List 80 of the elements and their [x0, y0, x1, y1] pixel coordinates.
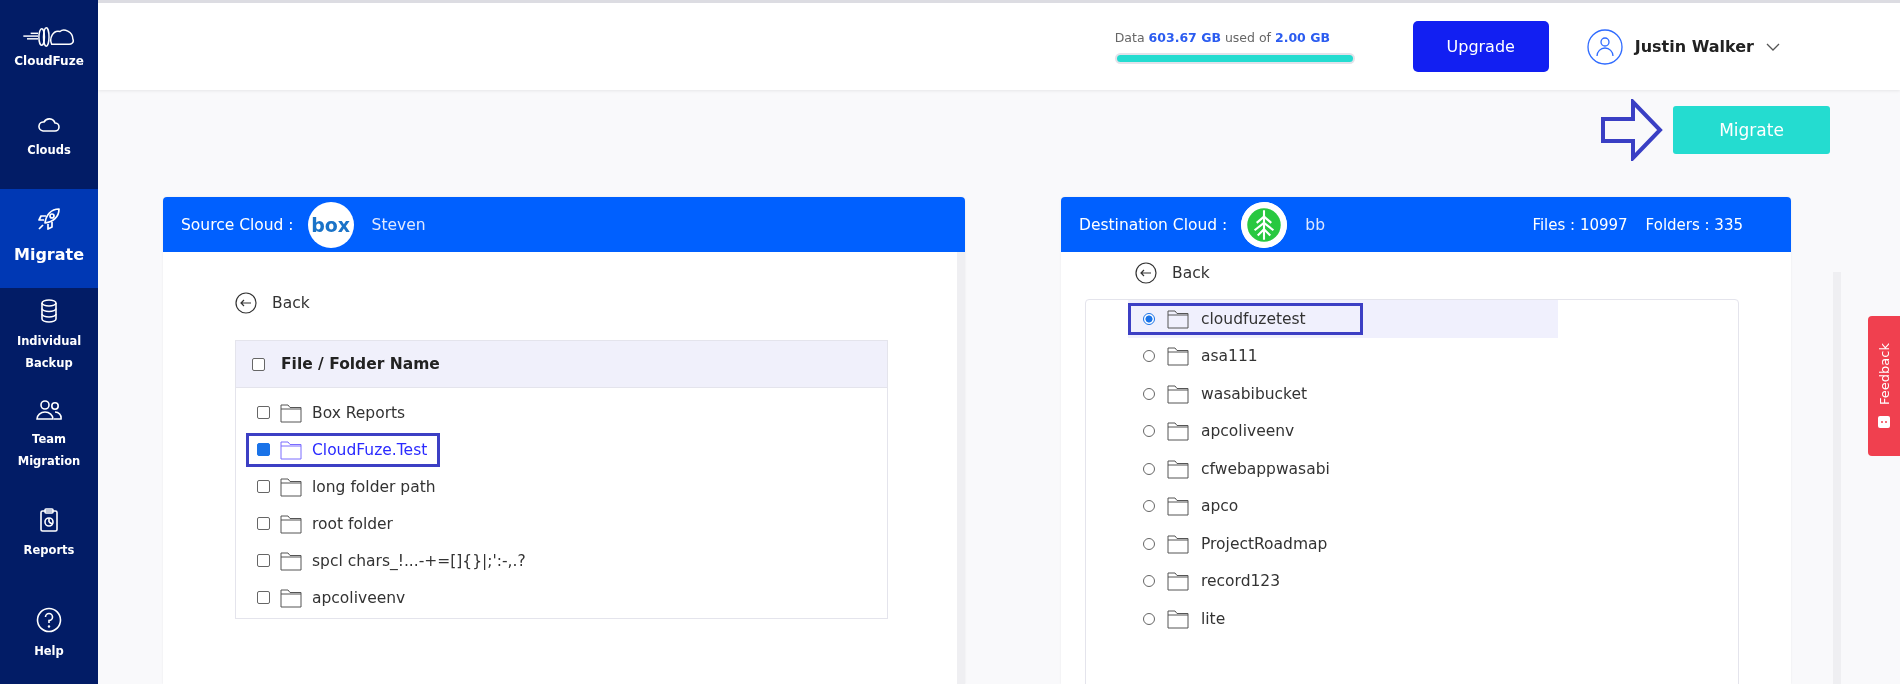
panel-title: Source Cloud :: [181, 215, 294, 234]
folder-name[interactable]: spcl chars_!...-+=[]{}|;':-,.?: [312, 551, 526, 570]
database-icon: [40, 299, 58, 324]
folder-icon: [1167, 496, 1189, 517]
people-icon: [36, 399, 62, 422]
radio-button[interactable]: [1143, 537, 1155, 550]
brand-name: CloudFuze: [14, 54, 84, 68]
folder-icon: [1167, 346, 1189, 367]
folder-name[interactable]: ProjectRoadmap: [1201, 534, 1328, 553]
radio-button[interactable]: [1143, 575, 1155, 588]
folder-name[interactable]: cfwebappwasabi: [1201, 459, 1330, 478]
row-checkbox[interactable]: [257, 554, 270, 567]
sidebar-item[interactable]: Individual Backup: [0, 287, 98, 387]
rocket-icon: [36, 205, 62, 232]
sidebar-item[interactable]: Help: [0, 584, 98, 684]
upgrade-button[interactable]: Upgrade: [1412, 21, 1549, 72]
radio-button[interactable]: [1143, 425, 1155, 438]
row-checkbox[interactable]: [257, 480, 270, 493]
folder-name[interactable]: apcoliveenv: [312, 588, 406, 607]
folder-icon: [280, 587, 302, 608]
folder-name[interactable]: lite: [1201, 609, 1226, 628]
back-link[interactable]: Back: [235, 292, 310, 314]
panel-title: Destination Cloud :: [1079, 215, 1228, 234]
clipboard-icon: [39, 508, 59, 533]
storage-usage-text: Data 603.67 GB used of 2.00 GB: [1114, 29, 1331, 45]
folder-name[interactable]: asa111: [1201, 347, 1258, 366]
sidebar-item[interactable]: Team Migration: [0, 386, 98, 486]
sidebar-item[interactable]: Reports: [0, 485, 98, 585]
folder-icon: [280, 513, 302, 534]
folder-name[interactable]: root folder: [312, 514, 393, 533]
row-checkbox[interactable]: [257, 591, 270, 604]
logo-icon: [21, 26, 77, 48]
column-header: File / Folder Name: [281, 355, 440, 373]
radio-button[interactable]: [1143, 612, 1155, 625]
folder-name[interactable]: CloudFuze.Test: [312, 440, 428, 459]
folder-icon: [1167, 383, 1189, 404]
folder-icon: [1167, 308, 1189, 329]
back-link[interactable]: Back: [1135, 262, 1210, 284]
folder-icon: [1167, 421, 1189, 442]
folder-icon: [1167, 533, 1189, 554]
radio-button[interactable]: [1143, 312, 1155, 325]
help-icon: [36, 606, 62, 633]
user-name[interactable]: Justin Walker: [1634, 37, 1754, 56]
folder-name[interactable]: long folder path: [312, 477, 436, 496]
account-name: Steven: [371, 215, 427, 234]
folder-name[interactable]: wasabibucket: [1201, 384, 1308, 403]
folder-name[interactable]: apco: [1201, 497, 1239, 516]
select-all-checkbox[interactable]: [252, 357, 265, 371]
radio-button[interactable]: [1143, 500, 1155, 513]
row-checkbox[interactable]: [257, 517, 270, 530]
chevron-down-icon[interactable]: [1766, 42, 1780, 51]
radio-button[interactable]: [1143, 462, 1155, 475]
leaf-logo: [1241, 201, 1288, 248]
account-name: bb: [1305, 215, 1326, 234]
folder-icon: [280, 476, 302, 497]
sidebar-item[interactable]: Clouds: [0, 89, 98, 189]
files-count: Files : 10997: [1532, 215, 1628, 234]
folder-icon: [1167, 458, 1189, 479]
folder-icon: [1167, 608, 1189, 629]
folder-icon: [280, 439, 302, 460]
feedback-tab[interactable]: Feedback: [1868, 316, 1900, 456]
user-avatar-icon: [1586, 28, 1623, 65]
folder-name[interactable]: record123: [1201, 572, 1281, 591]
folder-name[interactable]: Box Reports: [312, 403, 406, 422]
folder-icon: [280, 550, 302, 571]
box-logo: box: [307, 201, 354, 248]
radio-button[interactable]: [1143, 350, 1155, 363]
cloud-icon: [38, 116, 60, 133]
sidebar-item[interactable]: Migrate: [0, 188, 98, 288]
folders-count: Folders : 335: [1645, 215, 1743, 234]
chat-icon: [1877, 414, 1891, 429]
folder-name[interactable]: cloudfuzetest: [1201, 309, 1306, 328]
folder-icon: [280, 402, 302, 423]
row-checkbox[interactable]: [257, 406, 270, 419]
folder-name[interactable]: apcoliveenv: [1201, 422, 1295, 441]
arrow-right-icon: [1601, 99, 1663, 161]
scrollbar[interactable]: [957, 252, 965, 684]
folder-icon: [1167, 571, 1189, 592]
radio-button[interactable]: [1143, 387, 1155, 400]
row-checkbox[interactable]: [257, 443, 270, 456]
